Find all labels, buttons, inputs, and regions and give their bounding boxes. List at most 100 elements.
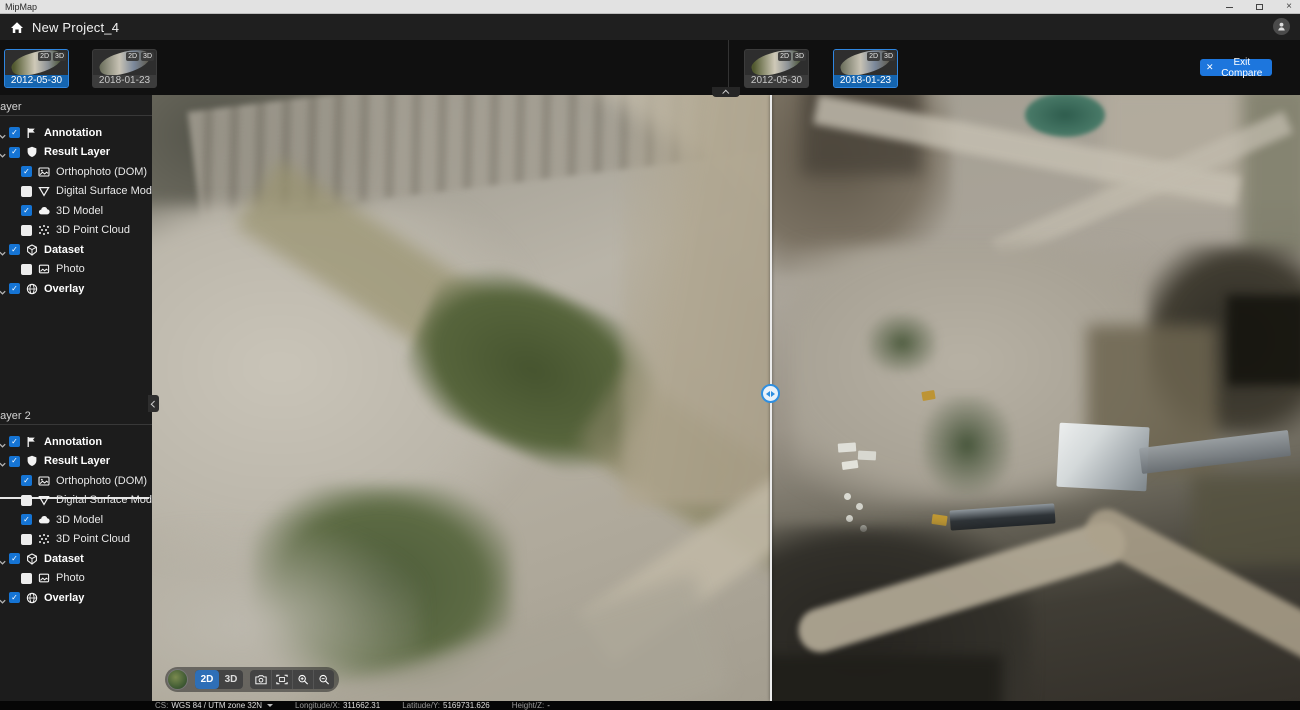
dataset-date: 2018-01-23 [834, 75, 897, 87]
shield-icon [26, 146, 38, 158]
compare-divider-handle[interactable] [761, 384, 780, 403]
maximize-button[interactable] [1252, 1, 1266, 13]
basemap-thumbnail[interactable] [167, 669, 188, 690]
dataset-card-right-2012[interactable]: 2D 3D 2012-05-30 [744, 49, 809, 88]
layer-visibility-checkbox[interactable] [9, 592, 20, 603]
chevron-down-icon[interactable] [0, 437, 7, 447]
layer-tree-item[interactable]: Orthophoto (DOM) [0, 471, 152, 491]
minimize-button[interactable] [1222, 1, 1236, 13]
layer-tree-item[interactable]: Dataset [0, 240, 152, 260]
layer-panel-2: Layer 2 AnnotationResult LayerOrthophoto… [0, 404, 152, 701]
layer-visibility-checkbox[interactable] [21, 166, 32, 177]
layer-visibility-checkbox[interactable] [9, 553, 20, 564]
layer-tree-item[interactable]: Result Layer [0, 143, 152, 163]
layer-panel-1: Layer Annotation Result LayerOrthophoto (… [0, 95, 152, 403]
layer-visibility-checkbox[interactable] [21, 514, 32, 525]
layer-visibility-checkbox[interactable] [21, 225, 32, 236]
chevron-down-icon[interactable] [0, 593, 7, 603]
layer-tree-item[interactable]: Overlay [0, 279, 152, 299]
map-pane-left[interactable] [152, 95, 770, 701]
layer-visibility-checkbox[interactable] [21, 475, 32, 486]
layer-tree-item[interactable]: 3D Model [0, 510, 152, 530]
layer-label: Annotation [44, 127, 102, 139]
layer-tree-item[interactable]: 3D Model [0, 201, 152, 221]
layer-tree-item[interactable]: Digital Surface Mod... [0, 182, 152, 202]
sidebar-collapse-tab[interactable] [148, 395, 159, 412]
dataset-card-right-2018[interactable]: 2D 3D 2018-01-23 [833, 49, 898, 88]
imagery-feature [772, 655, 1002, 701]
layer-tree-item[interactable]: Orthophoto (DOM) [0, 162, 152, 182]
zoom-in-button[interactable] [292, 670, 313, 689]
layer-tree-item[interactable]: 3D Point Cloud [0, 530, 152, 550]
layer-tree-item[interactable]: Photo [0, 569, 152, 589]
layer-tree-item[interactable]: 3D Point Cloud [0, 221, 152, 241]
point-cloud-icon [38, 224, 50, 236]
layer-tree-item[interactable]: Overlay [0, 588, 152, 608]
chevron-down-icon[interactable] [0, 456, 7, 466]
fit-extent-button[interactable] [271, 670, 292, 689]
exit-compare-label: Exit Compare [1218, 57, 1266, 79]
dataset-icon [26, 553, 38, 565]
os-titlebar: MipMap × [0, 0, 1300, 14]
chevron-down-icon[interactable] [0, 554, 7, 564]
layer-tree-item[interactable]: Photo [0, 260, 152, 280]
imagery-feature [1056, 423, 1149, 492]
dataset-card-left-2018[interactable]: 2D 3D 2018-01-23 [92, 49, 157, 88]
imagery-feature [949, 503, 1055, 530]
layer-visibility-checkbox[interactable] [21, 186, 32, 197]
layer-visibility-checkbox[interactable] [9, 456, 20, 467]
layer-label: Overlay [44, 283, 84, 295]
dataset-card-left-2012[interactable]: 2D 3D 2012-05-30 [4, 49, 69, 88]
imagery-feature [1139, 430, 1291, 474]
imagery-feature [1227, 295, 1300, 385]
layer-tree-item[interactable]: Digital Surface Mod... [0, 491, 152, 511]
layer-visibility-checkbox[interactable] [9, 244, 20, 255]
layer-visibility-checkbox[interactable] [21, 534, 32, 545]
chevron-down-icon[interactable] [0, 284, 7, 294]
longitude-value: 311662.31 [343, 701, 380, 710]
chevron-down-icon[interactable] [0, 245, 7, 255]
user-avatar-button[interactable] [1273, 18, 1290, 35]
chevron-down-icon[interactable] [0, 147, 7, 157]
orthophoto-icon [38, 166, 50, 178]
layer-tree-item[interactable]: Dataset [0, 549, 152, 569]
chevron-down-icon[interactable] [0, 128, 7, 138]
layer-visibility-checkbox[interactable] [21, 264, 32, 275]
layer-visibility-checkbox[interactable] [9, 147, 20, 158]
layer-visibility-checkbox[interactable] [21, 495, 32, 506]
imagery-feature [1025, 95, 1105, 137]
layer-panel-title: Layer [0, 95, 152, 116]
layer-visibility-checkbox[interactable] [21, 573, 32, 584]
imagery-feature [842, 460, 859, 470]
layer-tree-item[interactable]: Result Layer [0, 452, 152, 472]
imagery-feature [991, 111, 1293, 263]
dataset-thumbnail: 2D 3D [745, 50, 808, 75]
layer-visibility-checkbox[interactable] [9, 127, 20, 138]
view-2d-button[interactable]: 2D [195, 670, 219, 689]
layer-visibility-checkbox[interactable] [9, 436, 20, 447]
strip-collapse-tab[interactable] [712, 87, 740, 97]
zoom-out-button[interactable] [313, 670, 334, 689]
imagery-feature [152, 95, 382, 265]
map-pane-right[interactable] [772, 95, 1300, 701]
map-compare-area: 2D 3D [152, 95, 1300, 701]
maximize-icon [1256, 4, 1263, 10]
close-button[interactable]: × [1282, 1, 1296, 13]
view-3d-button[interactable]: 3D [219, 670, 243, 689]
crs-selector[interactable]: CS: WGS 84 / UTM zone 32N [155, 701, 273, 710]
layer-visibility-checkbox[interactable] [21, 205, 32, 216]
flag-icon [26, 436, 38, 448]
map-tool-group [250, 670, 334, 689]
exit-compare-button[interactable]: ✕ Exit Compare [1200, 59, 1272, 76]
dataset-strip: 2D 3D 2012-05-30 2D 3D 2018-01-23 2D [0, 40, 1300, 95]
home-icon[interactable] [10, 21, 24, 34]
layer-tree-item[interactable]: Annotation [0, 432, 152, 452]
close-icon: × [1286, 2, 1292, 12]
screenshot-button[interactable] [250, 670, 271, 689]
imagery-feature [622, 95, 770, 505]
imagery-feature [390, 248, 674, 492]
layer-visibility-checkbox[interactable] [9, 283, 20, 294]
layer-tree-item[interactable]: Annotation [0, 123, 152, 143]
imagery-feature [1102, 95, 1300, 205]
imagery-feature [1079, 502, 1300, 671]
